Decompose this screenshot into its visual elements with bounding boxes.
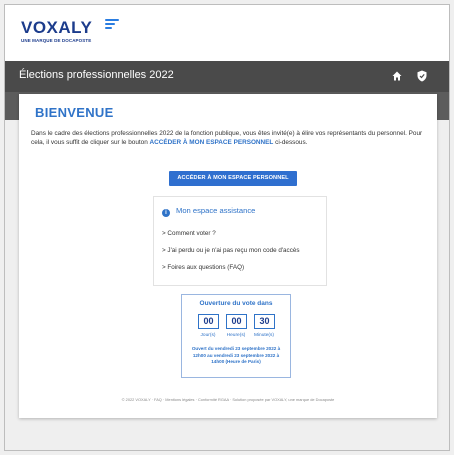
logo-tagline: UNE MARQUE DE DOCAPOSTE	[21, 38, 92, 43]
countdown-title: Ouverture du vote dans	[199, 300, 273, 307]
welcome-card: BIENVENUE Dans le cadre des élections pr…	[19, 94, 437, 418]
countdown-hours-label: Heure(s)	[226, 333, 246, 338]
access-personal-space-button[interactable]: ACCÉDER À MON ESPACE PERSONNEL	[169, 171, 297, 186]
welcome-heading: BIENVENUE	[35, 105, 114, 120]
intro-access-link[interactable]: ACCÉDER À MON ESPACE PERSONNEL	[150, 139, 274, 146]
help-link-lost-code[interactable]: > J'ai perdu ou je n'ai pas reçu mon cod…	[162, 247, 300, 254]
countdown-minutes: 30	[254, 314, 275, 329]
countdown-days: 00	[198, 314, 219, 329]
help-link-faq[interactable]: > Foires aux questions (FAQ)	[162, 264, 244, 271]
vote-countdown: Ouverture du vote dans 00 00 30 Jour(s) …	[181, 294, 291, 378]
logo-lines-icon	[105, 19, 119, 31]
info-icon: i	[162, 209, 170, 217]
home-icon[interactable]	[392, 71, 402, 81]
countdown-schedule-note: Ouvert du vendredi 23 septembre 2022 à 1…	[191, 346, 281, 364]
brand-header: VOXALY UNE MARQUE DE DOCAPOSTE	[5, 5, 449, 61]
browser-frame: VOXALY UNE MARQUE DE DOCAPOSTE Élections…	[4, 4, 450, 451]
help-link-how-to-vote[interactable]: > Comment voter ?	[162, 230, 216, 237]
assistance-panel: i Mon espace assistance > Comment voter ?…	[153, 196, 327, 286]
countdown-hours: 00	[226, 314, 247, 329]
page-footer: © 2022 VOXALY · FAQ · Mentions légales ·…	[121, 397, 335, 402]
shield-icon[interactable]	[417, 70, 427, 82]
voxaly-logo[interactable]: VOXALY UNE MARQUE DE DOCAPOSTE	[21, 18, 119, 43]
countdown-minutes-label: Minute(s)	[254, 333, 274, 338]
top-navbar: Élections professionnelles 2022	[5, 61, 449, 92]
assistance-heading: i Mon espace assistance	[162, 206, 255, 217]
intro-text-end: ci-dessous.	[273, 139, 308, 146]
intro-text: Dans le cadre des élections professionne…	[31, 129, 431, 147]
page-title: Élections professionnelles 2022	[19, 69, 174, 81]
countdown-days-label: Jour(s)	[200, 333, 216, 338]
logo-wordmark: VOXALY	[21, 18, 93, 37]
assistance-title: Mon espace assistance	[176, 206, 256, 215]
